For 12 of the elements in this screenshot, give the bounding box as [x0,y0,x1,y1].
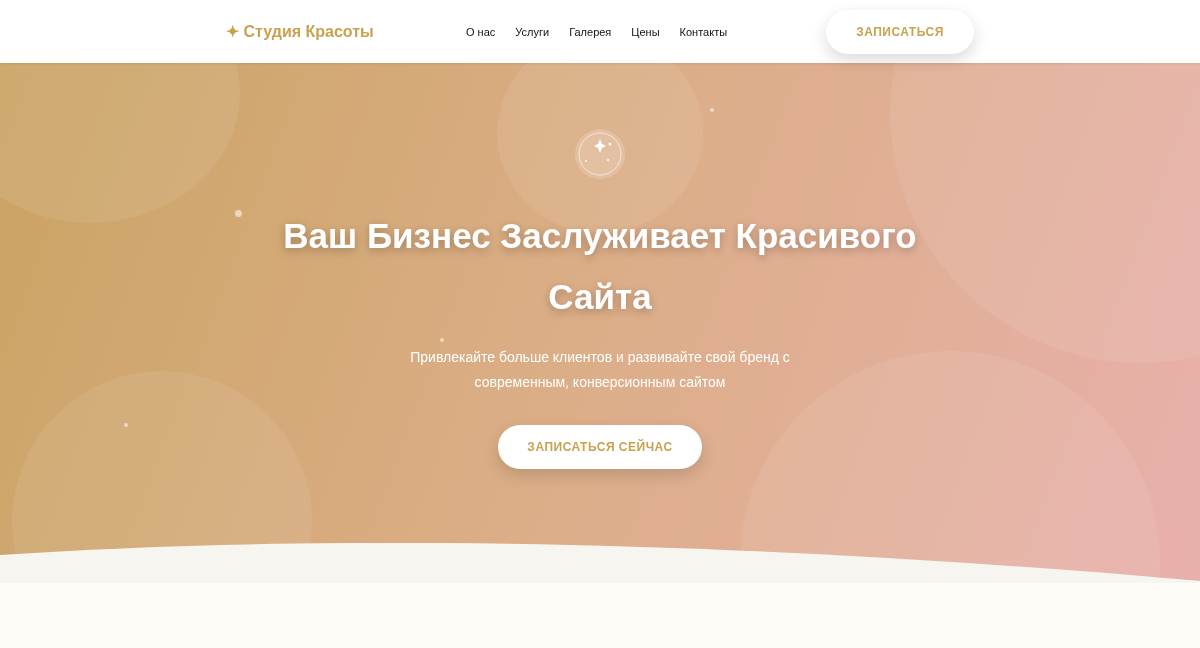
nav-link[interactable]: Услуги [515,25,550,38]
nav-link[interactable]: О нас [466,25,496,38]
decor-dot [710,108,714,112]
decor-dot [440,338,444,342]
nav-link[interactable]: Цены [631,25,660,38]
sparkle-icon [575,129,625,179]
decor-dot [124,423,128,427]
hero-subtitle: Привлекайте больше клиентов и развивайте свой бренд с современным, конверсионным сайтом [409,348,791,392]
nav-link[interactable]: Галерея [569,25,612,38]
decor-dot [235,210,242,217]
hero-title: Ваш Бизнес Заслуживает Красивого Сайта [282,215,918,318]
nav-link[interactable]: Контакты [679,25,728,38]
